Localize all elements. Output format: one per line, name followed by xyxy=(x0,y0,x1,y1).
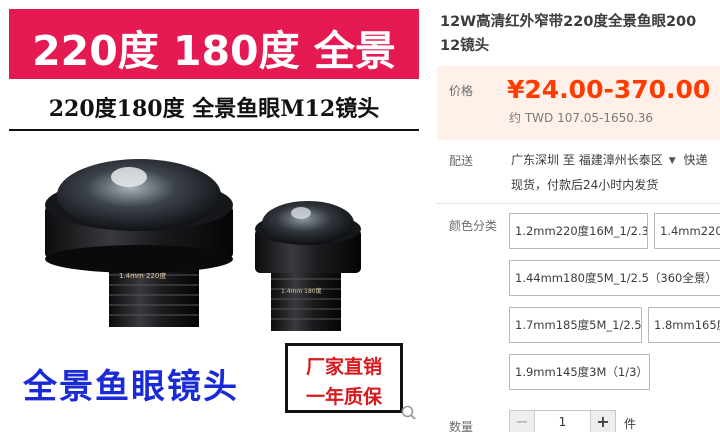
product-title-line-1: 12W高清红外窄带220度全景鱼眼200 xyxy=(440,14,697,30)
quantity-decrease-button[interactable]: − xyxy=(510,411,534,432)
quantity-label: 数量 xyxy=(449,420,474,432)
shipping-destination-select[interactable]: 福建漳州长泰区 xyxy=(579,153,663,167)
image-bottom-text: 全景鱼眼镜头 xyxy=(23,367,239,407)
price-value: ¥24.00-370.00 xyxy=(507,75,711,104)
sku-option[interactable]: 1.4mm220 xyxy=(654,213,720,249)
image-banner: 220度 180度 全景 xyxy=(9,9,419,79)
sku-option[interactable]: 1.7mm185度5M_1/2.5 xyxy=(509,307,642,343)
product-main-image[interactable]: 220度 180度 全景 220度180度 全景鱼眼M12镜头 1.4mm 22… xyxy=(9,9,419,419)
stamp-line-1: 厂家直销 xyxy=(305,356,382,378)
image-subtitle-strip: 220度180度 全景鱼眼M12镜头 xyxy=(9,81,419,131)
quantity-unit: 件 xyxy=(624,417,637,431)
shipping-label: 配送 xyxy=(449,154,474,168)
quantity-stepper: − + xyxy=(509,410,616,432)
quantity-input[interactable] xyxy=(534,411,591,432)
image-subtitle-text: 220度180度 全景鱼眼M12镜头 xyxy=(48,96,380,122)
sku-option[interactable]: 1.9mm145度3M（1/3） xyxy=(509,354,650,390)
zoom-icon[interactable] xyxy=(401,405,417,419)
divider xyxy=(437,203,720,204)
price-converted: 约 TWD 107.05-1650.36 xyxy=(509,111,654,125)
chevron-down-icon[interactable]: ▼ xyxy=(669,156,676,166)
image-banner-text: 220度 180度 全景 xyxy=(32,27,396,75)
sku-option[interactable]: 1.2mm220度16M_1/2.3 xyxy=(509,213,648,249)
sku-label: 颜色分类 xyxy=(449,219,498,233)
lens-large-label: 1.4mm 220度 xyxy=(119,271,166,280)
quantity-increase-button[interactable]: + xyxy=(591,411,615,432)
shipping-route: 广东深圳 至 福建漳州长泰区 ▼ 快递 xyxy=(511,151,707,168)
image-stamp: 厂家直销 一年质保 xyxy=(285,343,403,413)
product-title: 12W高清红外窄带220度全景鱼眼200 12镜头 xyxy=(440,10,720,58)
shipping-from: 广东深圳 xyxy=(511,153,560,167)
shipping-note: 现货，付款后24小时内发货 xyxy=(511,178,659,192)
lens-small-label: 1.4mm 180度 xyxy=(281,287,322,295)
sku-option[interactable]: 1.44mm180度5M_1/2.5（360全景） xyxy=(509,260,720,296)
lens-photo: 1.4mm 220度 1.4mm 180度 xyxy=(9,133,419,343)
product-title-line-2: 12镜头 xyxy=(440,38,490,54)
small-lens-graphic xyxy=(255,201,361,331)
large-lens-graphic xyxy=(45,159,233,327)
sku-option[interactable]: 1.8mm165度 xyxy=(648,307,720,343)
stamp-line-2: 一年质保 xyxy=(305,386,382,408)
price-label: 价格 xyxy=(449,84,474,98)
shipping-to-word: 至 xyxy=(562,153,575,167)
shipping-courier: 快递 xyxy=(683,153,708,167)
price-panel: 价格 ¥24.00-370.00 约 TWD 107.05-1650.36 xyxy=(437,66,720,140)
